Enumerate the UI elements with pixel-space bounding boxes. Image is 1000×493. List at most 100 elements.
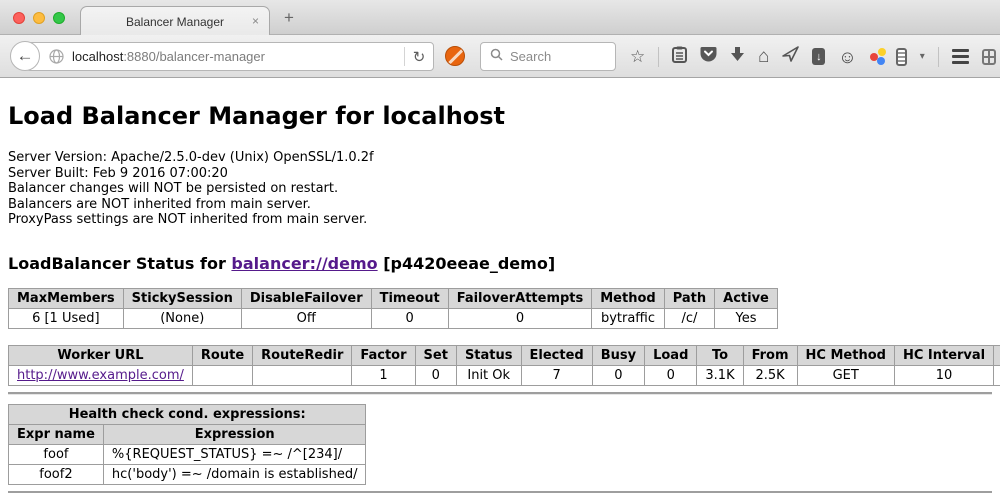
globe-icon [49,49,64,64]
url-text: localhost:8880/balancer-manager [72,49,265,64]
cell-path: /c/ [664,308,714,328]
col-method: Method [592,288,664,308]
balancer-demo-link[interactable]: balancer://demo [231,254,377,273]
reading-list-icon[interactable] [672,46,687,68]
col-status: Status [456,345,521,365]
balancer-settings-table: MaxMembers StickySession DisableFailover… [8,288,778,329]
col-routeredir: RouteRedir [253,345,352,365]
col-elected: Elected [521,345,592,365]
col-worker-url: Worker URL [9,345,193,365]
search-icon [490,48,503,66]
search-bar[interactable]: Search [480,42,616,71]
cell-method: bytraffic [592,308,664,328]
cell-expression: %{REQUEST_STATUS} =~ /^[234]/ [103,444,366,464]
col-active: Active [715,288,778,308]
zoom-window-button[interactable] [53,12,65,24]
divider [8,392,992,394]
cell-hc-method: GET [797,365,894,385]
extension-dropdown-caret-icon[interactable]: ▾ [920,51,925,62]
col-disablefailover: DisableFailover [241,288,371,308]
color-dots-extension-icon[interactable] [870,48,883,66]
loadbalancer-status-heading: LoadBalancer Status for balancer://demo … [8,254,992,273]
cell-busy: 0 [592,365,644,385]
browser-tab[interactable]: Balancer Manager × [80,6,270,36]
col-maxmembers: MaxMembers [9,288,124,308]
cell-route [192,365,252,385]
minimize-window-button[interactable] [33,12,45,24]
cell-maxmembers: 6 [1 Used] [9,308,124,328]
toolbar-divider [938,47,939,67]
server-info: Server Version: Apache/2.5.0-dev (Unix) … [8,150,992,228]
col-hc-method: HC Method [797,345,894,365]
close-window-button[interactable] [13,12,25,24]
cell-routeredir [253,365,352,385]
col-timeout: Timeout [371,288,448,308]
cell-active: Yes [715,308,778,328]
server-built-line: Server Built: Feb 9 2016 07:00:20 [8,166,992,182]
table-title-row: Health check cond. expressions: [9,404,366,424]
send-plane-icon[interactable] [782,46,799,67]
table-header-row: MaxMembers StickySession DisableFailover… [9,288,778,308]
url-path: :8880/balancer-manager [123,49,265,64]
server-version-line: Server Version: Apache/2.5.0-dev (Unix) … [8,150,992,166]
downloads-icon[interactable] [730,46,745,67]
url-domain: localhost [72,49,123,64]
cell-hc-interval: 10 [894,365,993,385]
tab-groups-icon[interactable] [982,49,996,65]
home-icon[interactable]: ⌂ [758,47,769,66]
cell-factor: 1 [352,365,415,385]
reload-button[interactable]: ↻ [405,48,433,66]
cell-timeout: 0 [371,308,448,328]
window-controls [13,12,65,24]
col-failoverattempts: FailoverAttempts [448,288,592,308]
url-bar[interactable]: localhost:8880/balancer-manager ↻ [26,42,434,71]
page-content: Load Balancer Manager for localhost Serv… [0,78,1000,493]
cell-load: 0 [645,365,697,385]
col-factor: Factor [352,345,415,365]
tab-close-icon[interactable]: × [252,14,259,28]
screenshot-extension-icon[interactable] [896,48,907,66]
cell-expression: hc('body') =~ /domain is established/ [103,464,366,484]
new-tab-button[interactable]: + [284,8,294,28]
page-title: Load Balancer Manager for localhost [8,78,992,130]
col-set: Set [415,345,456,365]
col-expr-name: Expr name [9,424,104,444]
col-from: From [743,345,797,365]
cell-expr-name: foof [9,444,104,464]
cell-to: 3.1K [697,365,743,385]
back-button[interactable]: ← [10,41,40,71]
cell-set: 0 [415,365,456,385]
col-expression: Expression [103,424,366,444]
tab-title: Balancer Manager [126,15,224,29]
cell-elected: 7 [521,365,592,385]
cell-passes: 1 (0) [994,365,1000,385]
cell-stickysession: (None) [123,308,241,328]
worker-status-table: Worker URL Route RouteRedir Factor Set S… [8,345,1000,386]
proxypass-note-line: ProxyPass settings are NOT inherited fro… [8,212,992,228]
menu-icon[interactable] [952,49,969,64]
table-row: foof %{REQUEST_STATUS} =~ /^[234]/ [9,444,366,464]
table-header-row: Expr name Expression [9,424,366,444]
col-stickysession: StickySession [123,288,241,308]
download-helper-arrow: ↓ [816,51,822,63]
cell-status: Init Ok [456,365,521,385]
col-path: Path [664,288,714,308]
cell-failoverattempts: 0 [448,308,592,328]
bookmark-star-icon[interactable]: ☆ [630,48,645,65]
col-load: Load [645,345,697,365]
cell-disablefailover: Off [241,308,371,328]
table-header-row: Worker URL Route RouteRedir Factor Set S… [9,345,1000,365]
worker-url-link[interactable]: http://www.example.com/ [17,368,184,383]
table-row: 6 [1 Used] (None) Off 0 0 bytraffic /c/ … [9,308,778,328]
health-table-title: Health check cond. expressions: [9,404,366,424]
adblocker-extension-icon[interactable] [445,46,465,66]
emoji-extension-icon[interactable]: ☺ [838,48,856,66]
cell-from: 2.5K [743,365,797,385]
table-row: foof2 hc('body') =~ /domain is establish… [9,464,366,484]
col-to: To [697,345,743,365]
pocket-icon[interactable] [700,46,717,68]
window-titlebar: Balancer Manager × + [0,0,1000,35]
persist-note-line: Balancer changes will NOT be persisted o… [8,181,992,197]
download-helper-extension-icon[interactable]: ↓ [812,48,825,65]
health-check-table: Health check cond. expressions: Expr nam… [8,404,366,485]
